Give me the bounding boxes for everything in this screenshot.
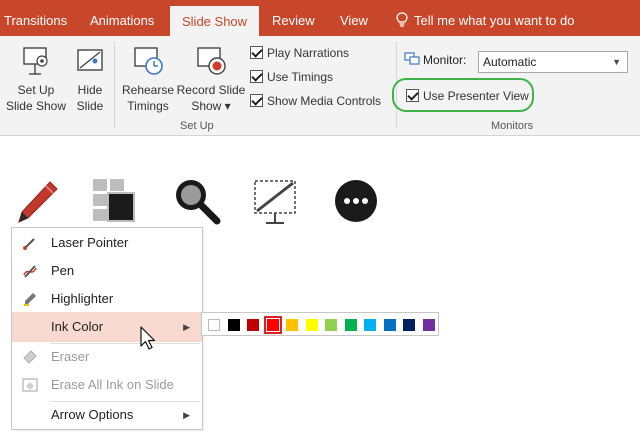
use-timings-checkbox[interactable]: Use Timings — [250, 70, 333, 84]
tab-slide-show[interactable]: Slide Show — [170, 6, 260, 36]
dropdown-arrow-icon: ▼ — [612, 57, 621, 67]
setup-slideshow-button[interactable]: Set Up Slide Show — [4, 44, 68, 114]
show-media-controls-label: Show Media Controls — [267, 94, 382, 108]
setup-slideshow-label-2: Slide Show — [5, 99, 67, 113]
pen-icon — [23, 265, 37, 278]
menu-item-label: Pen — [51, 263, 75, 278]
lightbulb-icon — [396, 12, 408, 27]
hide-slide-icon — [77, 49, 103, 71]
highlighter-icon — [24, 293, 36, 306]
ink-color-swatch[interactable] — [227, 319, 240, 331]
ink-color-swatch[interactable] — [325, 319, 337, 331]
setup-slideshow-icon — [23, 47, 48, 75]
mouse-cursor-icon — [140, 326, 156, 350]
monitor-label: Monitor: — [423, 53, 467, 67]
play-narrations-label: Play Narrations — [267, 46, 350, 60]
ribbon: Set Up Slide Show Hide Slide Rehearse Ti… — [0, 36, 640, 136]
menu-item-label: Laser Pointer — [51, 235, 129, 250]
menu-item-laser-pointer[interactable]: Laser Pointer — [12, 228, 202, 258]
setup-slideshow-label-1: Set Up — [17, 83, 55, 97]
monitor-select-value: Automatic — [483, 55, 537, 69]
rehearse-timings-label-2: Timings — [127, 99, 169, 113]
tell-me-text: Tell me what you want to do — [414, 13, 575, 28]
menu-item-arrow-options[interactable]: Arrow Options ▶ — [12, 400, 202, 430]
hide-slide-button[interactable]: Hide Slide — [72, 44, 108, 114]
setup-group-label: Set Up — [180, 120, 214, 132]
menu-item-label: Highlighter — [51, 291, 114, 306]
ink-color-swatch[interactable] — [403, 319, 415, 331]
hide-slide-label-2: Slide — [76, 99, 104, 113]
record-slideshow-label-2: Show ▾ — [191, 99, 231, 113]
ink-color-swatch[interactable] — [263, 316, 282, 334]
rehearse-timings-label-1: Rehearse — [121, 83, 175, 97]
monitors-group-label: Monitors — [491, 120, 534, 132]
ink-color-swatch[interactable] — [305, 319, 318, 331]
tab-review[interactable]: Review — [272, 0, 315, 36]
black-screen-icon[interactable] — [252, 178, 298, 226]
checkbox-checked-icon[interactable] — [250, 94, 263, 107]
tell-me-search[interactable]: Tell me what you want to do — [396, 0, 574, 36]
eraser-icon — [23, 350, 37, 364]
hide-slide-label-1: Hide — [77, 83, 103, 97]
more-options-icon[interactable] — [333, 178, 379, 224]
show-media-controls-checkbox[interactable]: Show Media Controls — [250, 94, 381, 108]
use-timings-label: Use Timings — [267, 70, 334, 84]
checkbox-checked-icon[interactable] — [406, 89, 419, 102]
use-presenter-view-label: Use Presenter View — [423, 89, 529, 103]
menu-item-label: Erase All Ink on Slide — [51, 377, 174, 392]
pen-tool-icon[interactable] — [10, 178, 62, 230]
ribbon-separator — [114, 42, 115, 128]
checkbox-checked-icon[interactable] — [250, 46, 263, 59]
menu-item-erase-all-ink: Erase All Ink on Slide — [12, 370, 202, 400]
menu-item-label: Arrow Options — [51, 407, 134, 422]
ink-color-swatch[interactable] — [422, 319, 435, 331]
record-slideshow-button[interactable]: Record Slide Show ▾ — [176, 44, 246, 114]
menu-item-pen[interactable]: Pen — [12, 256, 202, 286]
monitor-icon — [404, 52, 420, 65]
record-slideshow-icon — [197, 47, 226, 75]
ink-color-swatch[interactable] — [383, 319, 396, 331]
rehearse-timings-button[interactable]: Rehearse Timings — [120, 44, 176, 114]
ink-color-swatch[interactable] — [208, 319, 220, 331]
monitor-row: Monitor: — [404, 52, 466, 67]
rehearse-timings-icon — [134, 47, 163, 75]
use-presenter-view-checkbox[interactable]: Use Presenter View — [406, 89, 529, 103]
ink-color-palette — [201, 312, 439, 336]
laser-pointer-icon — [23, 238, 35, 250]
see-all-slides-icon[interactable] — [92, 178, 136, 224]
submenu-arrow-icon: ▶ — [183, 322, 190, 332]
checkbox-checked-icon[interactable] — [250, 70, 263, 83]
menu-item-label: Ink Color — [51, 319, 104, 334]
ink-color-swatch[interactable] — [344, 319, 357, 331]
ink-color-swatch[interactable] — [286, 319, 298, 331]
menu-item-label: Eraser — [51, 349, 90, 364]
record-slideshow-label-1: Record Slide — [176, 83, 246, 97]
zoom-icon[interactable] — [172, 176, 222, 226]
menu-item-eraser: Eraser — [12, 342, 202, 372]
play-narrations-checkbox[interactable]: Play Narrations — [250, 46, 349, 60]
erase-all-icon — [22, 378, 38, 392]
menu-item-ink-color[interactable]: Ink Color ▶ — [12, 312, 202, 342]
monitor-select[interactable]: Automatic ▼ — [478, 51, 628, 73]
tab-view[interactable]: View — [340, 0, 368, 36]
pen-options-menu: Laser Pointer Pen Highlighter Ink Color … — [11, 227, 203, 430]
menu-item-highlighter[interactable]: Highlighter — [12, 284, 202, 314]
tab-animations[interactable]: Animations — [90, 0, 154, 36]
ink-color-swatch[interactable] — [364, 319, 376, 331]
ribbon-tab-bar: Transitions Animations Slide Show Review… — [0, 0, 640, 36]
tab-transitions[interactable]: Transitions — [4, 0, 67, 36]
submenu-arrow-icon: ▶ — [183, 410, 190, 420]
ink-color-swatch[interactable] — [247, 319, 259, 331]
